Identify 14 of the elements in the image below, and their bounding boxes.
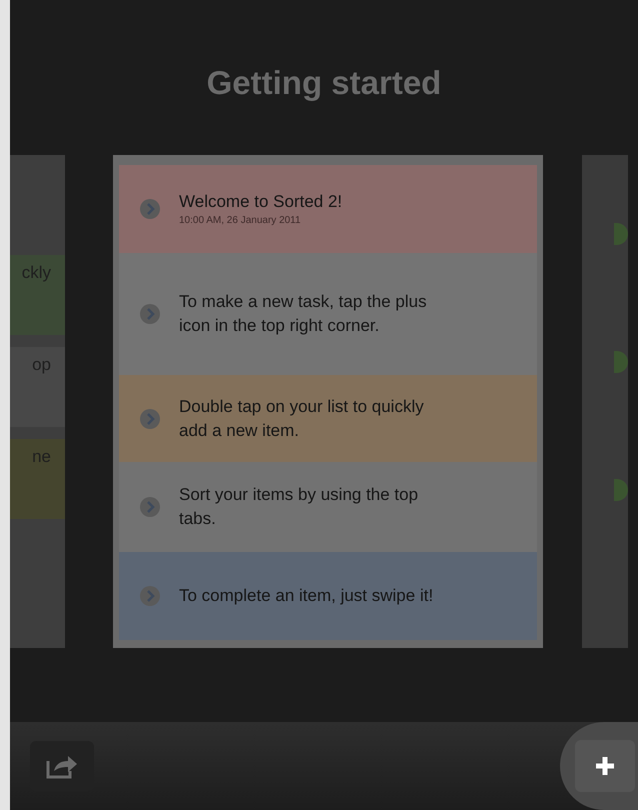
chevron-icon: [139, 303, 161, 325]
list-row[interactable]: Welcome to Sorted 2! 10:00 AM, 26 January 2011: [119, 165, 537, 253]
chevron-icon: [139, 408, 161, 430]
screen-title: Getting started: [206, 63, 442, 103]
chevron-icon: [139, 496, 161, 518]
list-row[interactable]: Double tap on your list to quickly add a new item.: [119, 375, 537, 462]
chevron-icon: [139, 198, 161, 220]
list-row[interactable]: To complete an item, just swipe it!: [119, 552, 537, 640]
list-row[interactable]: To make a new task, tap the plus icon in the top right corner.: [119, 253, 537, 375]
plus-icon: [594, 755, 616, 777]
share-icon: [45, 753, 79, 779]
list-row[interactable]: Sort your items by using the top tabs.: [119, 462, 537, 552]
chevron-icon: [139, 585, 161, 607]
add-button[interactable]: [575, 740, 635, 792]
